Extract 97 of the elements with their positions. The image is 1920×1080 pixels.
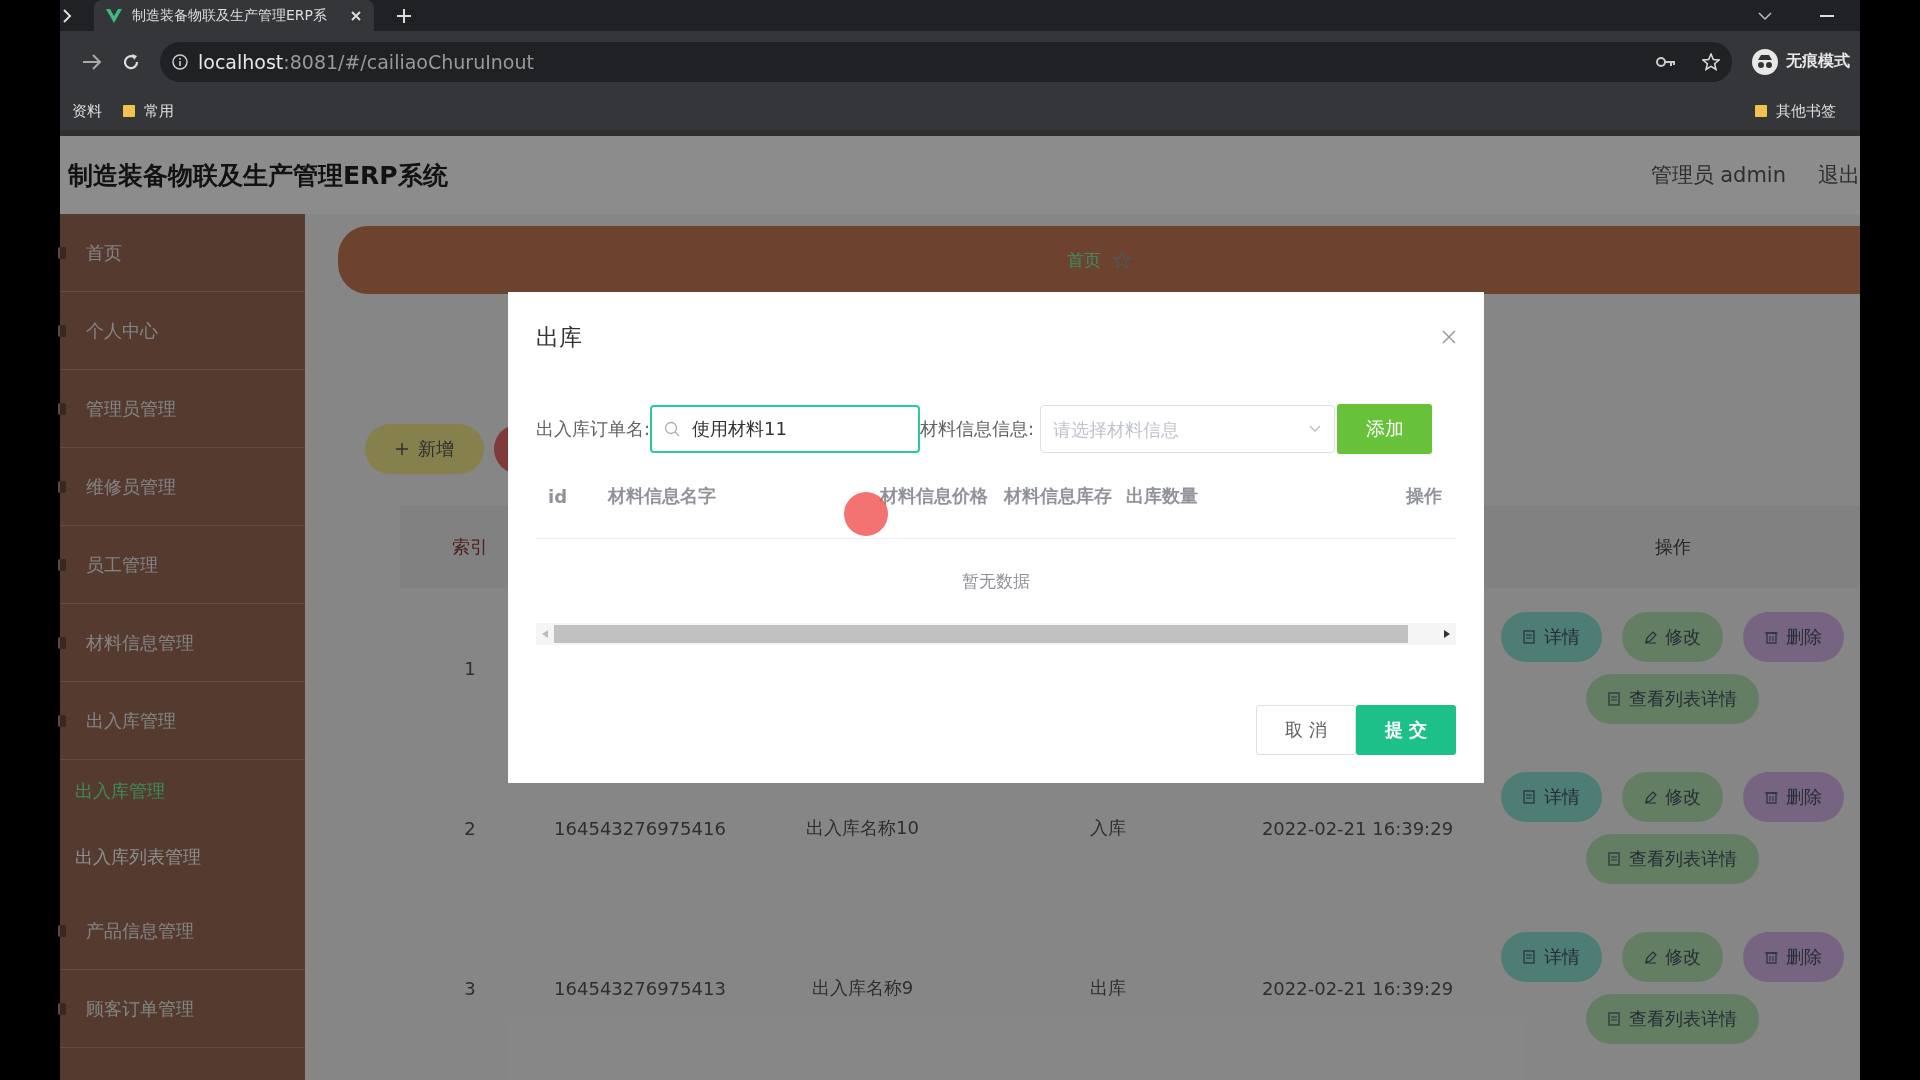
trash-icon [1765,950,1778,964]
url-text: localhost:8081/#/cailiaoChuruInout [198,50,534,73]
list-detail-button[interactable]: 查看列表详情 [1586,834,1759,884]
key-icon [1656,55,1676,68]
column-header: 出库数量 [1126,484,1199,508]
add-button[interactable]: 新增 [365,424,484,474]
list-detail-button[interactable]: 查看列表详情 [1586,674,1759,724]
document-icon [1608,692,1621,706]
chevron-down-icon [1309,425,1322,433]
table-cell-text: 164543276975413 [553,977,727,999]
edit-button[interactable]: 修改 [1622,932,1723,982]
address-bar[interactable]: localhost:8081/#/cailiaoChuruInout [160,41,1732,82]
browser-tab[interactable]: 制造装备物联及生产管理ERP系 [94,0,374,31]
add-button[interactable]: 添加 [1337,404,1433,454]
new-tab-icon [396,7,412,24]
sidebar-item[interactable]: 维修员管理 [60,448,305,526]
plus-icon [395,443,408,455]
column-header: 材料信息价格 [880,484,989,508]
search-field[interactable]: 使用材料11 [650,405,921,453]
sidebar-item[interactable]: 顾客订单管理 [60,970,305,1048]
sidebar-item[interactable]: 材料信息管理 [60,604,305,682]
table-cell-text: 3 [463,977,477,999]
document-icon [1523,630,1536,644]
submit-button[interactable]: 提 交 [1356,705,1456,755]
table-cell-text: 2022-02-21 16:39:29 [1260,977,1455,999]
search-icon [664,421,681,437]
tab-title: 制造装备物联及生产管理ERP系 [132,6,328,25]
sidebar-item[interactable]: 出入库管理 [60,682,305,760]
dialog-title: 出库 [536,322,582,352]
app-title: 制造装备物联及生产管理ERP系统 [68,159,448,192]
table-cell-text: 164543276975416 [553,817,727,839]
sidebar-item[interactable]: 管理员管理 [60,370,305,448]
document-icon [1608,1012,1621,1026]
field-label: 材料信息信息: [920,417,1035,441]
column-header: 操作 [1653,535,1692,559]
column-header: 操作 [1405,484,1443,508]
pencil-icon [1644,790,1657,804]
list-detail-button[interactable]: 查看列表详情 [1586,994,1759,1044]
column-header: 材料信息库存 [1004,484,1113,508]
scroll-left-icon [542,630,548,638]
horizontal-scrollbar[interactable] [536,623,1456,645]
bookmark[interactable]: 其他书签 [1754,101,1860,121]
pencil-icon [1644,630,1657,644]
bookmark[interactable]: 常用 [122,101,174,121]
delete-button[interactable]: 删除 [1743,612,1844,662]
vue-logo-icon [106,8,122,23]
delete-button[interactable]: 删除 [1743,932,1844,982]
submenu-item[interactable]: 出入库管理 [60,760,305,822]
chevron-down-icon [1758,10,1772,21]
forward-icon [82,53,102,70]
table-cell-text: 2 [463,817,477,839]
sidebar-item[interactable]: 首页 [60,214,305,292]
column-header: 索引 [451,535,489,559]
column-header: id [548,485,569,507]
edit-button[interactable]: 修改 [1622,772,1723,822]
reload-icon [122,52,140,71]
document-icon [1523,790,1536,804]
delete-button[interactable]: 删除 [1743,772,1844,822]
table-cell-text: 出库 [1088,976,1127,1000]
close-icon [350,9,362,22]
table-cell-text: 出入库名称9 [810,976,915,1000]
column-header: 材料信息名字 [608,484,717,508]
edit-button[interactable]: 修改 [1622,612,1723,662]
info-icon [172,53,188,70]
document-icon [1608,852,1621,866]
folder-icon [122,104,136,118]
incognito-icon [1752,48,1778,75]
incognito-label: 无痕模式 [1786,51,1850,72]
sidebar-item[interactable]: 个人中心 [60,292,305,370]
table-cell-text: 2022-02-21 16:39:29 [1260,817,1455,839]
logout-link[interactable]: 退出 [1818,161,1860,189]
document-icon [1523,950,1536,964]
table-cell-text: 1 [463,657,477,679]
star-icon [1702,52,1720,71]
scroll-right-icon [1444,630,1450,638]
table-cell-text: 入库 [1088,816,1127,840]
empty-text: 暂无数据 [961,569,1031,593]
field-label: 出入库订单名: [536,417,651,441]
submenu-item[interactable]: 出入库列表管理 [60,822,305,892]
sidebar-item[interactable]: 员工管理 [60,526,305,604]
select-field[interactable]: 请选择材料信息 [1040,405,1336,453]
detail-button[interactable]: 详情 [1501,772,1602,822]
close-icon [1442,330,1456,344]
pencil-icon [1644,950,1657,964]
bookmark[interactable]: 资料 [72,101,102,121]
cancel-button[interactable]: 取 消 [1256,705,1356,755]
table-cell-text: 出入库名称10 [805,816,920,840]
trash-icon [1765,790,1778,804]
sidebar-item[interactable]: 产品信息管理 [60,892,305,970]
browser-menu-icon [62,8,72,23]
breadcrumb-link[interactable]: 首页 [1067,248,1101,272]
user-name: 管理员 admin [1650,162,1786,189]
trash-icon [1765,630,1778,644]
star-icon [1113,251,1131,269]
folder-icon [1754,104,1768,118]
detail-button[interactable]: 详情 [1501,612,1602,662]
detail-button[interactable]: 详情 [1501,932,1602,982]
